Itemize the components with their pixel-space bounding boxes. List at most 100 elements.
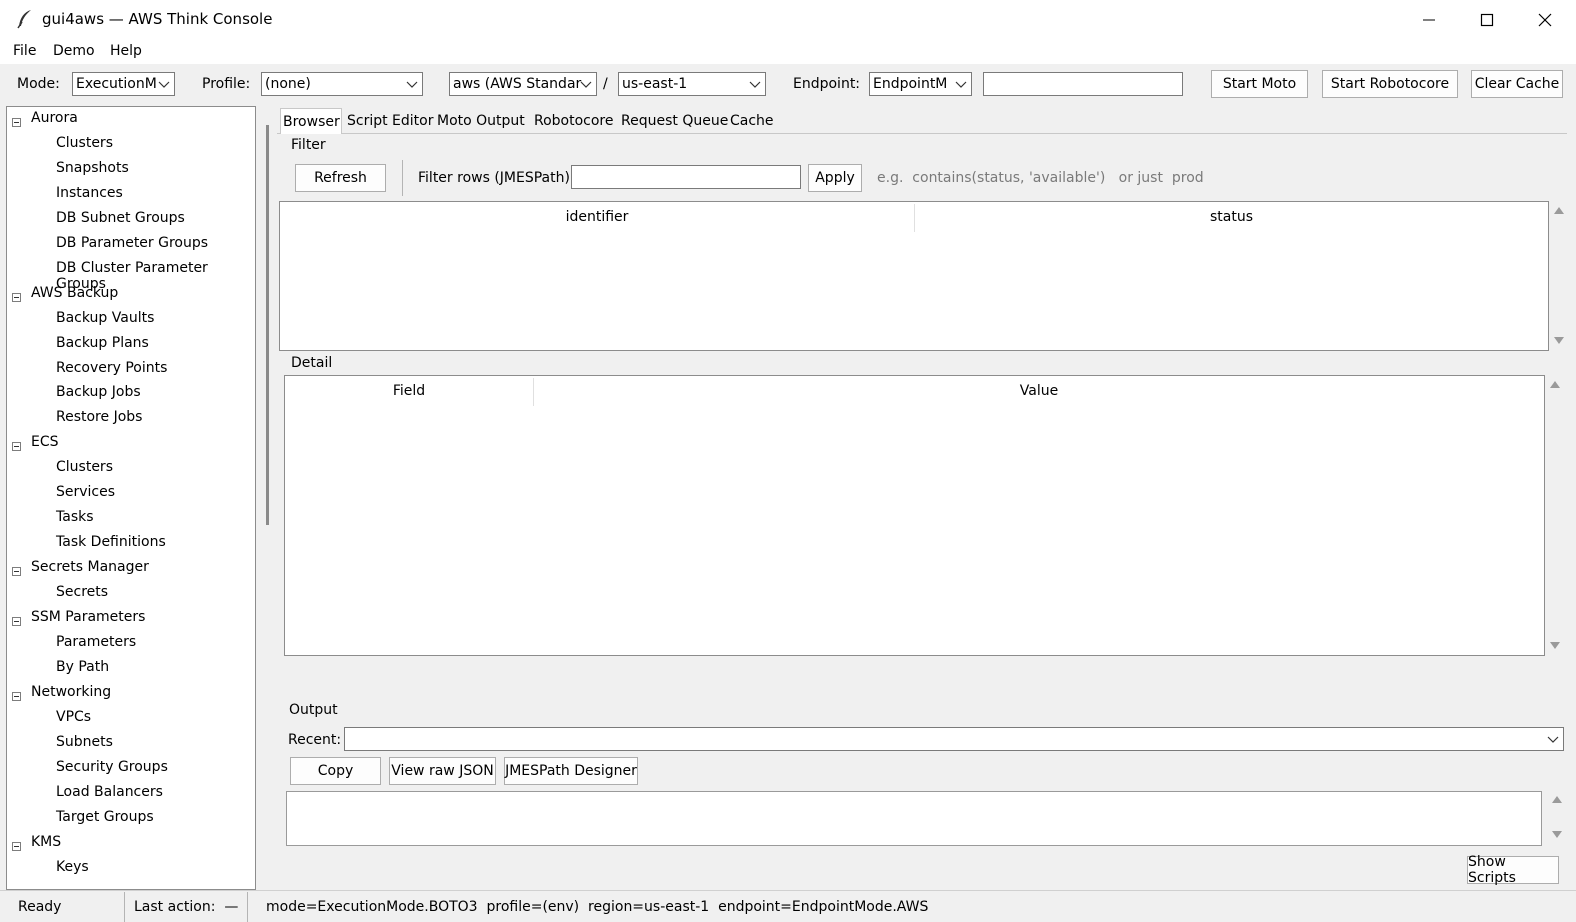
maximize-icon <box>1480 13 1494 27</box>
tree-group[interactable]: AWS Backup <box>31 285 118 301</box>
clear-cache-button[interactable]: Clear Cache <box>1471 70 1563 98</box>
column-header-identifier[interactable]: identifier <box>280 202 914 232</box>
tree-group[interactable]: SSM Parameters <box>31 609 145 625</box>
detail-table[interactable]: Field Value <box>284 375 1545 656</box>
menu-bar <box>0 40 1576 64</box>
collapse-icon[interactable] <box>12 567 21 577</box>
tree-item[interactable]: Backup Vaults <box>56 310 154 326</box>
window-title: gui4aws — AWS Think Console <box>42 10 273 28</box>
tab-cache[interactable]: Cache <box>728 108 776 134</box>
scroll-down-icon[interactable] <box>1554 337 1564 344</box>
tree-group[interactable]: ECS <box>31 434 59 450</box>
tree-group[interactable]: Aurora <box>31 110 78 126</box>
column-header-status[interactable]: status <box>915 202 1548 232</box>
maximize-button[interactable] <box>1458 0 1516 40</box>
service-tree[interactable]: Aurora Clusters Snapshots Instances DB Subne… <box>6 106 256 890</box>
tree-group[interactable]: Networking <box>31 684 111 700</box>
tree-item[interactable]: Restore Jobs <box>56 409 142 425</box>
chevron-down-icon <box>749 81 761 88</box>
tab-robotocore[interactable]: Robotocore <box>532 108 616 134</box>
tree-item[interactable]: Task Definitions <box>56 534 166 550</box>
tree-item[interactable]: Clusters <box>56 459 113 475</box>
detail-section-label: Detail <box>291 355 333 371</box>
refresh-button[interactable]: Refresh <box>295 164 386 192</box>
tree-item[interactable]: Parameters <box>56 634 136 650</box>
filter-input[interactable] <box>571 165 801 189</box>
results-table[interactable]: identifier status <box>279 201 1549 351</box>
tree-item[interactable]: Load Balancers <box>56 784 163 800</box>
tree-item[interactable]: Backup Jobs <box>56 384 141 400</box>
scroll-up-icon[interactable] <box>1550 381 1560 388</box>
menu-file[interactable]: File <box>13 43 36 59</box>
partition-region-separator: / <box>603 76 608 92</box>
tree-item[interactable]: Keys <box>56 859 89 875</box>
tree-item[interactable]: Secrets <box>56 584 108 600</box>
tree-item[interactable]: Subnets <box>56 734 113 750</box>
tree-item[interactable]: Recovery Points <box>56 360 167 376</box>
start-robotocore-button[interactable]: Start Robotocore <box>1322 70 1458 98</box>
apply-button[interactable]: Apply <box>808 164 862 192</box>
tree-item[interactable]: Backup Plans <box>56 335 149 351</box>
tree-item[interactable]: Services <box>56 484 115 500</box>
close-button[interactable] <box>1516 0 1574 40</box>
tree-item[interactable]: Security Groups <box>56 759 168 775</box>
start-moto-button[interactable]: Start Moto <box>1211 70 1308 98</box>
tree-item[interactable]: DB Subnet Groups <box>56 210 185 226</box>
output-text-area[interactable] <box>286 791 1542 846</box>
collapse-icon[interactable] <box>12 292 21 302</box>
output-scrollbar[interactable] <box>1551 795 1563 843</box>
partition-select[interactable]: aws (AWS Standar <box>449 72 597 96</box>
view-raw-json-button[interactable]: View raw JSON <box>389 757 496 785</box>
scroll-up-icon[interactable] <box>1554 207 1564 214</box>
tab-script-editor[interactable]: Script Editor <box>345 108 436 134</box>
collapse-icon[interactable] <box>12 841 21 851</box>
minimize-button[interactable] <box>1400 0 1458 40</box>
mode-select[interactable]: ExecutionM <box>72 72 175 96</box>
tab-browser[interactable]: Browser <box>280 108 342 134</box>
show-scripts-button[interactable]: Show Scripts <box>1467 854 1559 886</box>
profile-select[interactable]: (none) <box>261 72 423 96</box>
scroll-down-icon[interactable] <box>1552 831 1562 838</box>
feather-icon <box>17 10 31 29</box>
tree-scrollbar-thumb[interactable] <box>266 125 269 525</box>
tree-group[interactable]: KMS <box>31 834 61 850</box>
status-separator <box>247 892 248 922</box>
column-header-value[interactable]: Value <box>534 376 1544 406</box>
tree-item[interactable]: Clusters <box>56 135 113 151</box>
detail-scrollbar[interactable] <box>1549 380 1561 652</box>
results-scrollbar[interactable] <box>1553 206 1565 346</box>
copy-button[interactable]: Copy <box>290 757 381 785</box>
tree-item[interactable]: DB Parameter Groups <box>56 235 208 251</box>
tree-item[interactable]: Tasks <box>56 509 94 525</box>
tree-item[interactable]: Instances <box>56 185 123 201</box>
endpoint-url-input[interactable] <box>983 72 1183 96</box>
collapse-icon[interactable] <box>12 442 21 452</box>
scroll-down-icon[interactable] <box>1550 642 1560 649</box>
collapse-icon[interactable] <box>12 118 21 127</box>
collapse-icon[interactable] <box>12 691 21 701</box>
tree-item[interactable]: Snapshots <box>56 160 129 176</box>
status-info: mode=ExecutionMode.BOTO3 profile=(env) r… <box>266 899 929 915</box>
chevron-down-icon <box>1547 736 1559 743</box>
tree-item[interactable]: VPCs <box>56 709 91 725</box>
endpoint-select[interactable]: EndpointM <box>869 72 972 96</box>
statusbar-divider <box>0 890 1576 891</box>
chevron-down-icon <box>406 81 418 88</box>
tab-moto-output[interactable]: Moto Output <box>435 108 527 134</box>
column-header-field[interactable]: Field <box>285 376 533 406</box>
menu-help[interactable]: Help <box>110 43 142 59</box>
region-select[interactable]: us-east-1 <box>618 72 766 96</box>
tree-group[interactable]: Secrets Manager <box>31 559 149 575</box>
minimize-icon <box>1423 19 1435 21</box>
tab-request-queue[interactable]: Request Queue <box>619 108 730 134</box>
filter-separator <box>402 160 403 196</box>
tree-item[interactable]: Target Groups <box>56 809 154 825</box>
jmespath-designer-button[interactable]: JMESPath Designer <box>504 757 638 785</box>
filter-rows-label: Filter rows (JMESPath): <box>418 170 575 186</box>
collapse-icon[interactable] <box>12 617 21 626</box>
scroll-up-icon[interactable] <box>1552 796 1562 803</box>
recent-select[interactable] <box>344 727 1564 751</box>
mode-select-value: ExecutionM <box>76 76 157 92</box>
menu-demo[interactable]: Demo <box>53 43 95 59</box>
tree-item[interactable]: By Path <box>56 659 109 675</box>
